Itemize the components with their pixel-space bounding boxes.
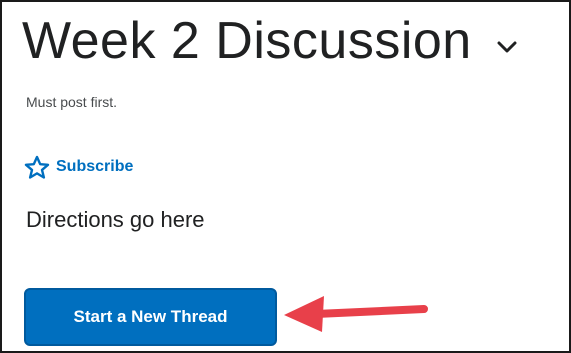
- chevron-down-icon[interactable]: [496, 40, 518, 54]
- title-row: Week 2 Discussion: [22, 6, 472, 76]
- subscribe-label: Subscribe: [56, 158, 134, 175]
- topic-description: Directions go here: [26, 207, 205, 232]
- restriction-note: Must post first.: [26, 94, 118, 110]
- start-new-thread-button[interactable]: Start a New Thread: [24, 288, 277, 346]
- star-outline-icon: [24, 155, 50, 179]
- page-title: Week 2 Discussion: [22, 12, 472, 70]
- red-arrow-icon: [284, 296, 428, 332]
- discussion-topic-panel: Week 2 Discussion Must post first. Subsc…: [0, 0, 571, 353]
- subscribe-link[interactable]: Subscribe: [24, 155, 133, 179]
